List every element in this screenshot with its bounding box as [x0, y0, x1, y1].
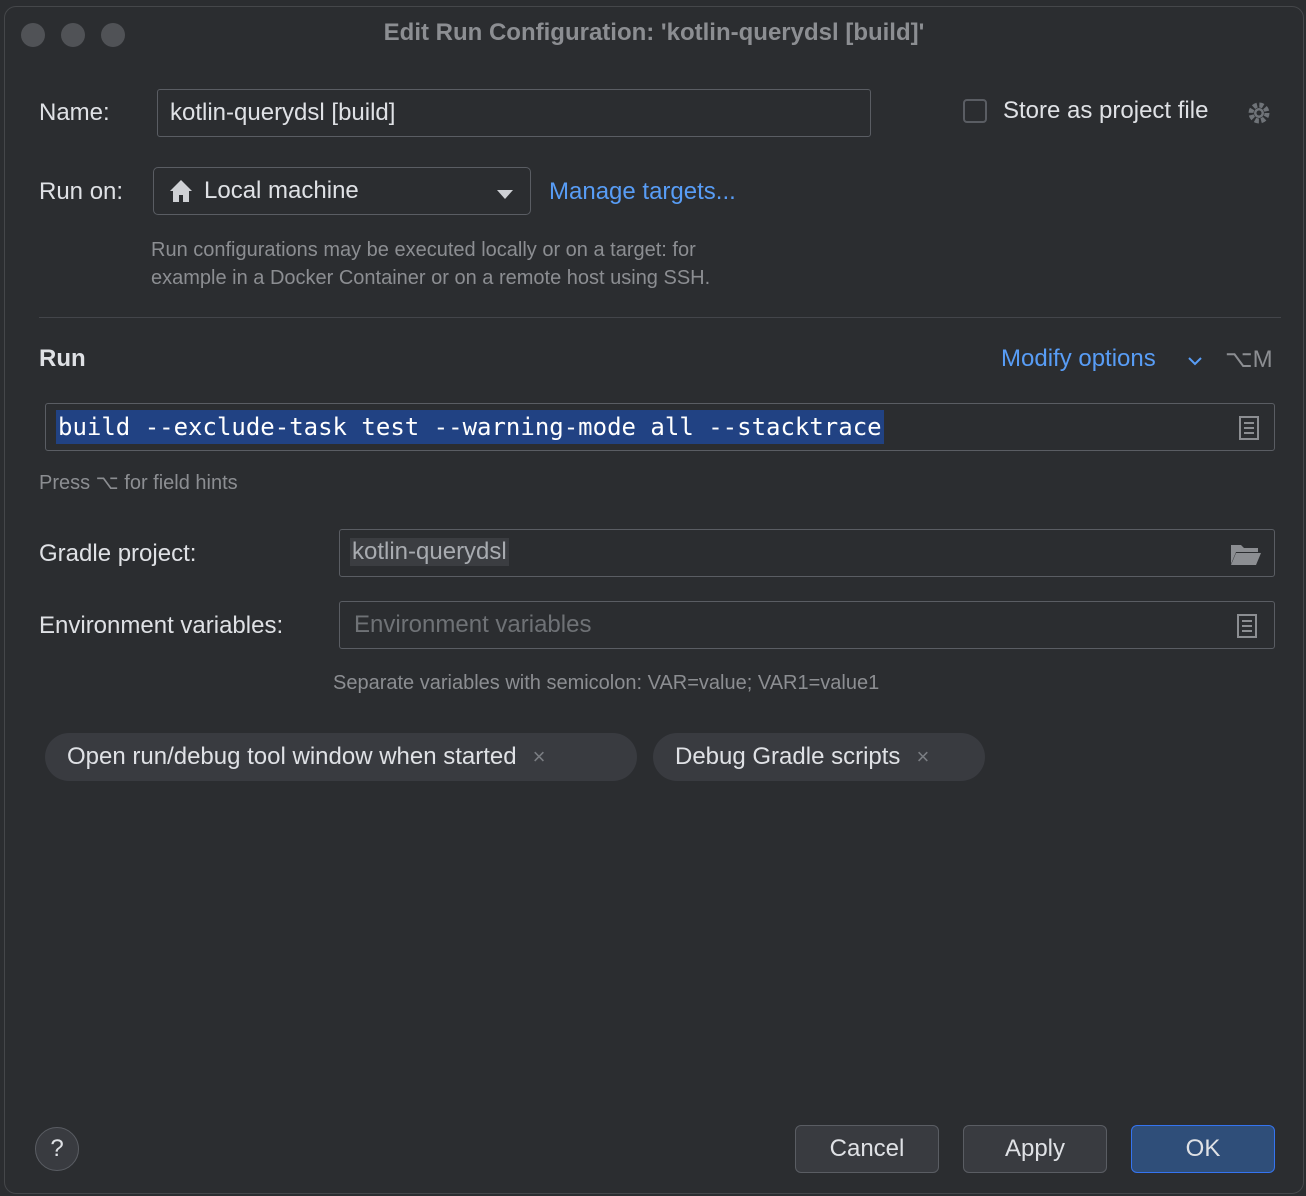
command-line-input[interactable]: build --exclude-task test --warning-mode…	[56, 410, 884, 444]
name-input[interactable]	[158, 90, 870, 136]
run-section-heading: Run	[39, 345, 86, 372]
gradle-project-field[interactable]: kotlin-querydsl	[339, 529, 1275, 577]
run-config-dialog: Edit Run Configuration: 'kotlin-querydsl…	[4, 6, 1304, 1194]
modify-options-link[interactable]: Modify options	[1001, 345, 1156, 373]
cancel-button[interactable]: Cancel	[795, 1125, 939, 1173]
chip-debug-gradle-scripts[interactable]: Debug Gradle scripts ×	[653, 733, 985, 781]
folder-icon[interactable]	[1230, 542, 1262, 566]
run-on-hint-line1: Run configurations may be executed local…	[151, 239, 696, 261]
title-bar: Edit Run Configuration: 'kotlin-querydsl…	[5, 7, 1303, 61]
close-icon[interactable]: ×	[916, 744, 929, 770]
apply-button[interactable]: Apply	[963, 1125, 1107, 1173]
env-vars-label: Environment variables:	[39, 612, 284, 639]
close-icon[interactable]: ×	[533, 744, 546, 770]
chevron-down-icon[interactable]	[1187, 353, 1203, 366]
modify-options-shortcut: ⌥M	[1225, 346, 1273, 373]
name-label: Name:	[39, 99, 110, 126]
gear-icon[interactable]	[1245, 99, 1273, 127]
run-on-value: Local machine	[204, 177, 359, 204]
ok-button[interactable]: OK	[1131, 1125, 1275, 1173]
env-vars-hint: Separate variables with semicolon: VAR=v…	[333, 672, 880, 694]
store-as-project-file-label: Store as project file	[1003, 97, 1209, 124]
expand-field-icon[interactable]	[1238, 416, 1260, 440]
run-on-label: Run on:	[39, 178, 124, 205]
env-vars-placeholder[interactable]: Environment variables	[354, 611, 591, 639]
store-as-project-file-checkbox[interactable]	[963, 99, 987, 123]
chevron-down-icon	[496, 186, 514, 199]
run-on-dropdown[interactable]: Local machine	[153, 167, 531, 215]
field-hints-text: Press ⌥ for field hints	[39, 472, 238, 494]
help-button[interactable]: ?	[35, 1127, 79, 1171]
chip-label: Debug Gradle scripts	[675, 743, 901, 770]
chip-open-tool-window[interactable]: Open run/debug tool window when started …	[45, 733, 637, 781]
gradle-project-value[interactable]: kotlin-querydsl	[350, 538, 509, 566]
window-title: Edit Run Configuration: 'kotlin-querydsl…	[383, 19, 925, 46]
manage-targets-link[interactable]: Manage targets...	[549, 178, 736, 206]
run-on-hint-line2: example in a Docker Container or on a re…	[151, 267, 711, 289]
name-field-box	[157, 89, 871, 137]
env-vars-field[interactable]: Environment variables	[339, 601, 1275, 649]
separator	[39, 317, 1281, 318]
command-line-field[interactable]: build --exclude-task test --warning-mode…	[45, 403, 1275, 451]
chip-label: Open run/debug tool window when started	[67, 743, 517, 770]
expand-field-icon[interactable]	[1236, 614, 1258, 638]
gradle-project-label: Gradle project:	[39, 540, 197, 567]
home-icon	[168, 178, 194, 204]
